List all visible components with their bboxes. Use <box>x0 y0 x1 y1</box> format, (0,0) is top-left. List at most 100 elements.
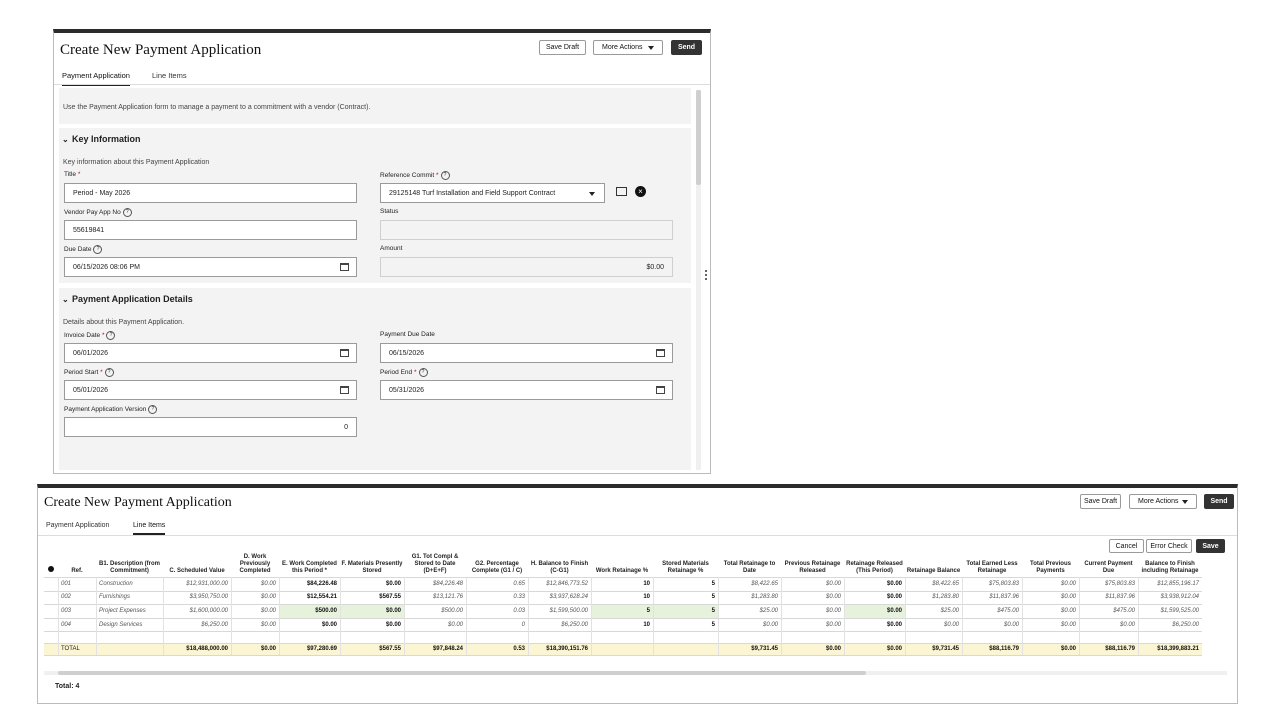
intro-panel: Use the Payment Application form to mana… <box>59 88 691 124</box>
key-information-header[interactable]: ⌄ Key Information <box>62 134 141 144</box>
scrollbar-thumb[interactable] <box>58 671 866 675</box>
table-cell[interactable]: 10 <box>591 591 653 605</box>
form-scroll-area[interactable]: Use the Payment Application form to mana… <box>59 88 693 470</box>
drag-handle-icon[interactable] <box>705 270 708 282</box>
reference-commit-select[interactable]: 29125148 Turf Installation and Field Sup… <box>380 183 605 203</box>
table-cell[interactable]: $0.00 <box>844 591 905 605</box>
chevron-down-icon: ⌄ <box>62 135 69 144</box>
table-cell[interactable]: $0.00 <box>340 618 404 632</box>
column-header[interactable]: Current Payment Due <box>1079 551 1138 577</box>
tab-line-items[interactable]: Line Items <box>152 71 187 80</box>
payment-due-date-field[interactable]: 06/15/2026 <box>380 343 673 363</box>
tab-payment-application[interactable]: Payment Application <box>46 522 109 529</box>
column-header[interactable]: D. Work Previously Completed <box>231 551 279 577</box>
table-cell[interactable]: $0.00 <box>340 604 404 618</box>
table-cell[interactable]: 5 <box>653 604 718 618</box>
more-actions-button[interactable]: More Actions <box>1129 494 1197 509</box>
table-cell[interactable]: 5 <box>591 604 653 618</box>
grid-line <box>404 577 405 655</box>
table-cell[interactable]: $0.00 <box>340 577 404 591</box>
table-cell[interactable]: 5 <box>653 577 718 591</box>
payment-details-header[interactable]: ⌄ Payment Application Details <box>62 294 193 304</box>
column-header[interactable]: C. Scheduled Value <box>163 551 231 577</box>
help-icon[interactable]: ? <box>106 331 116 340</box>
column-header[interactable]: G1. Tot Compl & Stored to Date (D+E+F) <box>404 551 466 577</box>
due-date-field[interactable]: 06/15/2026 08:06 PM <box>64 257 357 277</box>
calendar-icon[interactable] <box>340 386 349 394</box>
send-button[interactable]: Send <box>671 40 702 55</box>
table-cell[interactable]: $0.00 <box>279 618 340 632</box>
status-field <box>380 220 673 240</box>
column-header[interactable]: Ref. <box>58 551 96 577</box>
help-icon[interactable]: ? <box>148 405 158 414</box>
payment-due-date-label: Payment Due Date <box>380 331 435 338</box>
row-selector[interactable] <box>44 618 58 632</box>
table-cell[interactable]: $0.00 <box>844 577 905 591</box>
column-header[interactable]: Previous Retainage Released <box>781 551 844 577</box>
table-cell[interactable]: 5 <box>653 591 718 605</box>
column-header[interactable]: Total Previous Payments <box>1022 551 1079 577</box>
column-header[interactable]: Total Earned Less Retainage <box>962 551 1022 577</box>
period-end-field[interactable]: 05/31/2026 <box>380 380 673 400</box>
save-draft-button[interactable]: Save Draft <box>539 40 586 55</box>
calendar-icon[interactable] <box>340 349 349 357</box>
title-field[interactable]: Period - May 2026 <box>64 183 357 203</box>
table-cell[interactable]: 10 <box>591 577 653 591</box>
help-icon[interactable]: ? <box>93 245 103 254</box>
column-header[interactable]: Total Retainage to Date <box>718 551 781 577</box>
period-start-value: 05/01/2026 <box>73 386 109 394</box>
help-icon[interactable]: ? <box>122 208 132 217</box>
column-header[interactable]: H. Balance to Finish (C-G1) <box>528 551 591 577</box>
table-cell[interactable]: 10 <box>591 618 653 632</box>
commitment-details-icon[interactable] <box>616 187 627 196</box>
column-header[interactable]: E. Work Completed this Period * <box>279 551 340 577</box>
column-header[interactable]: Retainage Balance <box>905 551 962 577</box>
send-button[interactable]: Send <box>1204 494 1234 509</box>
row-selector[interactable] <box>44 591 58 605</box>
table-cell[interactable]: 5 <box>653 618 718 632</box>
column-header[interactable]: B1. Description (from Commitment) <box>96 551 163 577</box>
calendar-icon[interactable] <box>656 386 665 394</box>
vendor-pay-app-no-field[interactable]: 55619841 <box>64 220 357 240</box>
row-selector[interactable] <box>44 577 58 591</box>
table-cell[interactable]: $12,554.21 <box>279 591 340 605</box>
total-cell: $9,731.45 <box>932 645 959 652</box>
period-start-field[interactable]: 05/01/2026 <box>64 380 357 400</box>
table-cell: $11,837.96 <box>989 594 1019 601</box>
vertical-scrollbar[interactable] <box>696 90 701 470</box>
column-header[interactable]: Retainage Released (This Period) <box>844 551 905 577</box>
column-header[interactable]: Work Retainage % <box>591 551 653 577</box>
clear-circle-icon[interactable]: × <box>635 186 646 197</box>
period-end-value: 05/31/2026 <box>389 386 425 394</box>
table-cell[interactable]: $567.55 <box>340 591 404 605</box>
table-cell[interactable]: $84,226.48 <box>279 577 340 591</box>
column-header[interactable]: Balance to Finish including Retainage <box>1138 551 1202 577</box>
table-cell: $0.00 <box>1060 621 1076 628</box>
more-actions-button[interactable]: More Actions <box>593 40 663 55</box>
horizontal-scrollbar[interactable] <box>44 671 1227 675</box>
row-selector[interactable] <box>44 604 58 618</box>
help-icon[interactable]: ? <box>104 368 114 377</box>
calendar-clock-icon[interactable] <box>340 263 349 271</box>
help-icon[interactable]: ? <box>418 368 428 377</box>
column-header[interactable]: Stored Materials Retainage % <box>653 551 718 577</box>
total-cell: $88,116.79 <box>1105 645 1135 652</box>
invoice-date-field[interactable]: 06/01/2026 <box>64 343 357 363</box>
column-header[interactable]: F. Materials Presently Stored <box>340 551 404 577</box>
calendar-icon[interactable] <box>656 349 665 357</box>
scrollbar-thumb[interactable] <box>696 90 701 185</box>
version-field[interactable]: 0 <box>64 417 357 437</box>
column-header[interactable]: G2. Percentage Complete (G1 / C) <box>466 551 528 577</box>
help-icon[interactable]: ? <box>440 171 450 180</box>
save-draft-button[interactable]: Save Draft <box>1080 494 1121 509</box>
caret-down-icon <box>648 46 654 50</box>
tab-line-items[interactable]: Line Items <box>133 522 166 535</box>
tab-payment-application[interactable]: Payment Application <box>62 71 130 86</box>
due-date-label: Due Date? <box>64 245 103 254</box>
table-cell[interactable]: $0.00 <box>844 618 905 632</box>
add-circle-icon[interactable] <box>44 551 58 577</box>
total-cell: $0.00 <box>260 645 276 652</box>
table-cell[interactable]: $500.00 <box>279 604 340 618</box>
table-cell[interactable]: $0.00 <box>844 604 905 618</box>
key-information-title: Key Information <box>72 134 141 144</box>
